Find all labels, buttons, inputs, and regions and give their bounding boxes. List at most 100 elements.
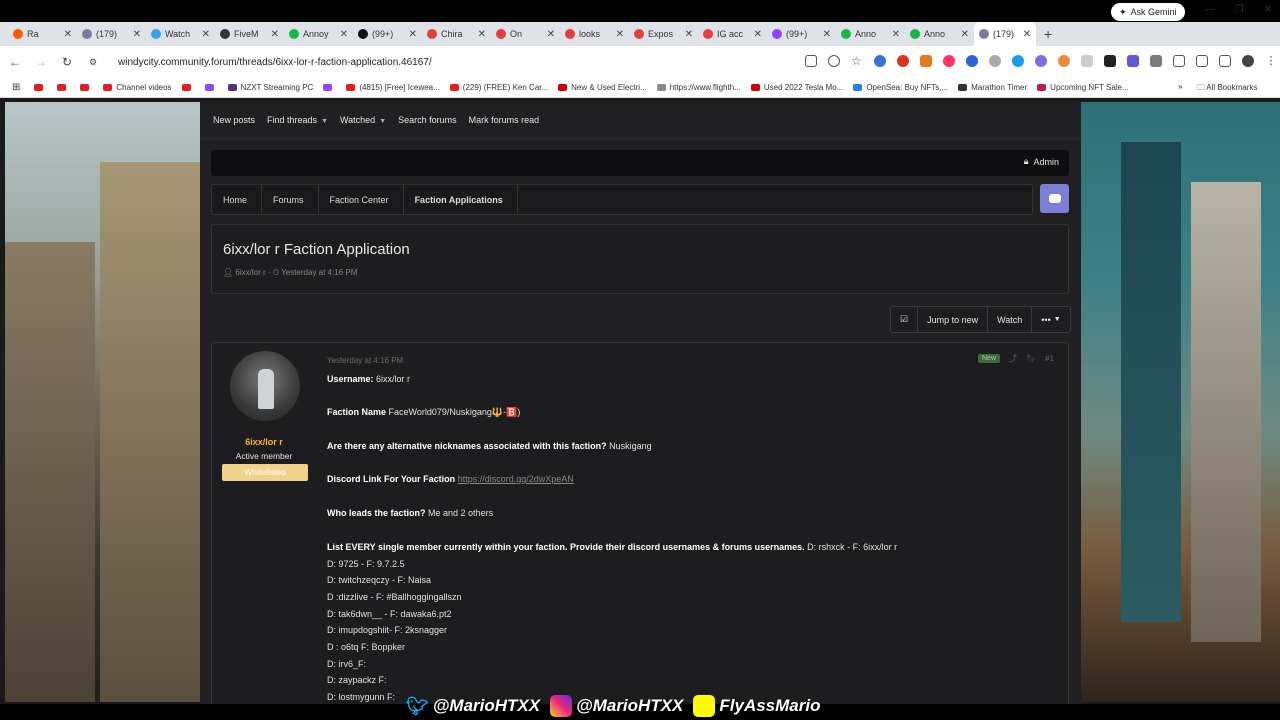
subnav-watched[interactable]: Watched ▼: [340, 115, 386, 125]
subnav-new-posts[interactable]: New posts: [213, 115, 255, 125]
forward-icon[interactable]: →: [30, 55, 52, 69]
post-username[interactable]: 6ixx/lor r: [212, 437, 316, 447]
tab-close-icon[interactable]: ✕: [685, 29, 693, 40]
bookmark-item[interactable]: Used 2022 Tesla Mo...: [750, 83, 843, 92]
bookmark-item[interactable]: NZXT Streaming PC: [227, 83, 313, 92]
tab-close-icon[interactable]: ✕: [478, 29, 486, 40]
thread-time[interactable]: Yesterday at 4:16 PM: [281, 268, 357, 277]
extension-icon-12[interactable]: [1127, 55, 1139, 67]
bookmark-item[interactable]: Marathon Timer: [958, 83, 1027, 92]
browser-tab[interactable]: Anno ✕: [905, 22, 974, 46]
bookmark-item[interactable]: https://www.flighth...: [656, 83, 741, 92]
tab-close-icon[interactable]: ✕: [961, 29, 969, 40]
all-bookmarks[interactable]: 🗀 All Bookmarks: [1196, 82, 1257, 96]
bookmark-item[interactable]: [80, 84, 93, 91]
bookmark-item[interactable]: [34, 84, 47, 91]
kebab-menu-icon[interactable]: ⋮: [1265, 55, 1277, 67]
browser-tab[interactable]: Ra ✕: [8, 22, 77, 46]
browser-tab[interactable]: (179) ✕: [974, 22, 1036, 46]
avatar[interactable]: [230, 351, 300, 421]
extension-icon-6[interactable]: [989, 55, 1001, 67]
more-options-button[interactable]: ••• ▼: [1032, 307, 1069, 332]
browser-tab[interactable]: looks ✕: [560, 22, 629, 46]
close-window-icon[interactable]: ✕: [1264, 4, 1272, 15]
tab-close-icon[interactable]: ✕: [754, 29, 762, 40]
tab-close-icon[interactable]: ✕: [64, 29, 72, 40]
puzzle-icon[interactable]: [1173, 55, 1185, 67]
tab-close-icon[interactable]: ✕: [340, 29, 348, 40]
browser-tab[interactable]: (179) ✕: [77, 22, 146, 46]
watch-button[interactable]: Watch: [988, 307, 1033, 332]
site-info-icon[interactable]: ⚙: [82, 57, 104, 68]
thread-author[interactable]: 6ixx/lor r: [235, 268, 265, 277]
tab-close-icon[interactable]: ✕: [133, 29, 141, 40]
apps-icon[interactable]: ⊞: [12, 82, 20, 93]
chevron-right-icon[interactable]: »: [1178, 82, 1182, 96]
bookmark-item[interactable]: [181, 84, 195, 91]
browser-tab[interactable]: (99+) ✕: [767, 22, 836, 46]
extension-icon-8[interactable]: [1035, 55, 1047, 67]
ask-gemini-button[interactable]: ✦ Ask Gemini: [1111, 3, 1185, 21]
subnav-find-threads[interactable]: Find threads ▼: [267, 115, 328, 125]
bookmark-item[interactable]: OpenSea: Buy NFTs,...: [853, 83, 948, 92]
browser-tab[interactable]: Annoy ✕: [284, 22, 353, 46]
subnav-mark-read[interactable]: Mark forums read: [469, 115, 540, 125]
bookmark-icon[interactable]: 🔖︎: [1026, 354, 1036, 363]
breadcrumb-faction-applications[interactable]: Faction Applications: [404, 185, 518, 214]
minimize-icon[interactable]: —: [1205, 4, 1215, 15]
tab-close-icon[interactable]: ✕: [616, 29, 624, 40]
tab-close-icon[interactable]: ✕: [271, 29, 279, 40]
extension-icon-13[interactable]: [1150, 55, 1162, 67]
jump-to-new-button[interactable]: Jump to new: [918, 307, 989, 332]
sidepanel-icon[interactable]: [1196, 55, 1208, 67]
bookmark-item[interactable]: Channel videos: [103, 83, 172, 92]
restore-icon[interactable]: ❐: [1235, 4, 1244, 15]
share-icon[interactable]: ⤴: [1009, 353, 1017, 364]
profile-avatar[interactable]: [1242, 55, 1254, 67]
post-date[interactable]: Yesterday at 4:16 PM: [327, 356, 403, 365]
subnav-search-forums[interactable]: Search forums: [398, 115, 457, 125]
extension-icon-10[interactable]: [1081, 55, 1093, 67]
tab-close-icon[interactable]: ✕: [547, 29, 555, 40]
browser-tab[interactable]: IG acc ✕: [698, 22, 767, 46]
url-field[interactable]: windycity.community.forum/threads/6ixx-l…: [118, 57, 432, 68]
post-number[interactable]: #1: [1045, 354, 1054, 363]
bookmark-item[interactable]: (4815) [Free] Icewea...: [346, 83, 440, 92]
star-icon[interactable]: ☆: [851, 55, 863, 67]
browser-tab[interactable]: Chira ✕: [422, 22, 491, 46]
tab-close-icon[interactable]: ✕: [409, 29, 417, 40]
breadcrumb-faction-center[interactable]: Faction Center: [319, 185, 404, 214]
browser-tab[interactable]: (99+) ✕: [353, 22, 422, 46]
back-icon[interactable]: ←: [4, 55, 26, 69]
extension-icon-11[interactable]: [1104, 55, 1116, 67]
bookmark-item[interactable]: [323, 84, 336, 91]
breadcrumb-home[interactable]: Home: [212, 185, 263, 214]
browser-tab[interactable]: Expos ✕: [629, 22, 698, 46]
admin-link[interactable]: 🔒︎ Admin: [1024, 156, 1059, 167]
bookmark-item[interactable]: New & Used Electri...: [558, 83, 647, 92]
extension-icon-9[interactable]: [1058, 55, 1070, 67]
browser-tab[interactable]: FiveM ✕: [215, 22, 284, 46]
breadcrumb-forums[interactable]: Forums: [262, 185, 319, 214]
extension-icon-2[interactable]: [897, 55, 909, 67]
install-icon[interactable]: [805, 55, 817, 67]
extension-icon-4[interactable]: [943, 55, 955, 67]
discord-invite-link[interactable]: https://discord.gg/2dwXpeAN: [458, 474, 574, 484]
extension-icon-3[interactable]: [920, 55, 932, 67]
bookmark-item[interactable]: Upcoming NFT Sale...: [1037, 83, 1129, 92]
discord-button[interactable]: [1040, 184, 1069, 213]
extension-icon-7[interactable]: [1012, 55, 1024, 67]
select-checkbox-button[interactable]: ☑: [891, 307, 919, 332]
browser-tab[interactable]: On ✕: [491, 22, 560, 46]
bookmark-item[interactable]: (229) (FREE) Ken Car...: [449, 83, 548, 92]
reload-icon[interactable]: ↻: [56, 55, 78, 69]
browser-tab[interactable]: Watch ✕: [146, 22, 215, 46]
tab-close-icon[interactable]: ✕: [1023, 29, 1031, 40]
tab-close-icon[interactable]: ✕: [892, 29, 900, 40]
bookmark-item[interactable]: [204, 84, 218, 91]
extension-icon-1[interactable]: [874, 55, 886, 67]
zoom-icon[interactable]: [828, 55, 840, 67]
new-tab-icon[interactable]: +: [1044, 26, 1052, 42]
tab-close-icon[interactable]: ✕: [202, 29, 210, 40]
browser-tab[interactable]: Anno ✕: [836, 22, 905, 46]
